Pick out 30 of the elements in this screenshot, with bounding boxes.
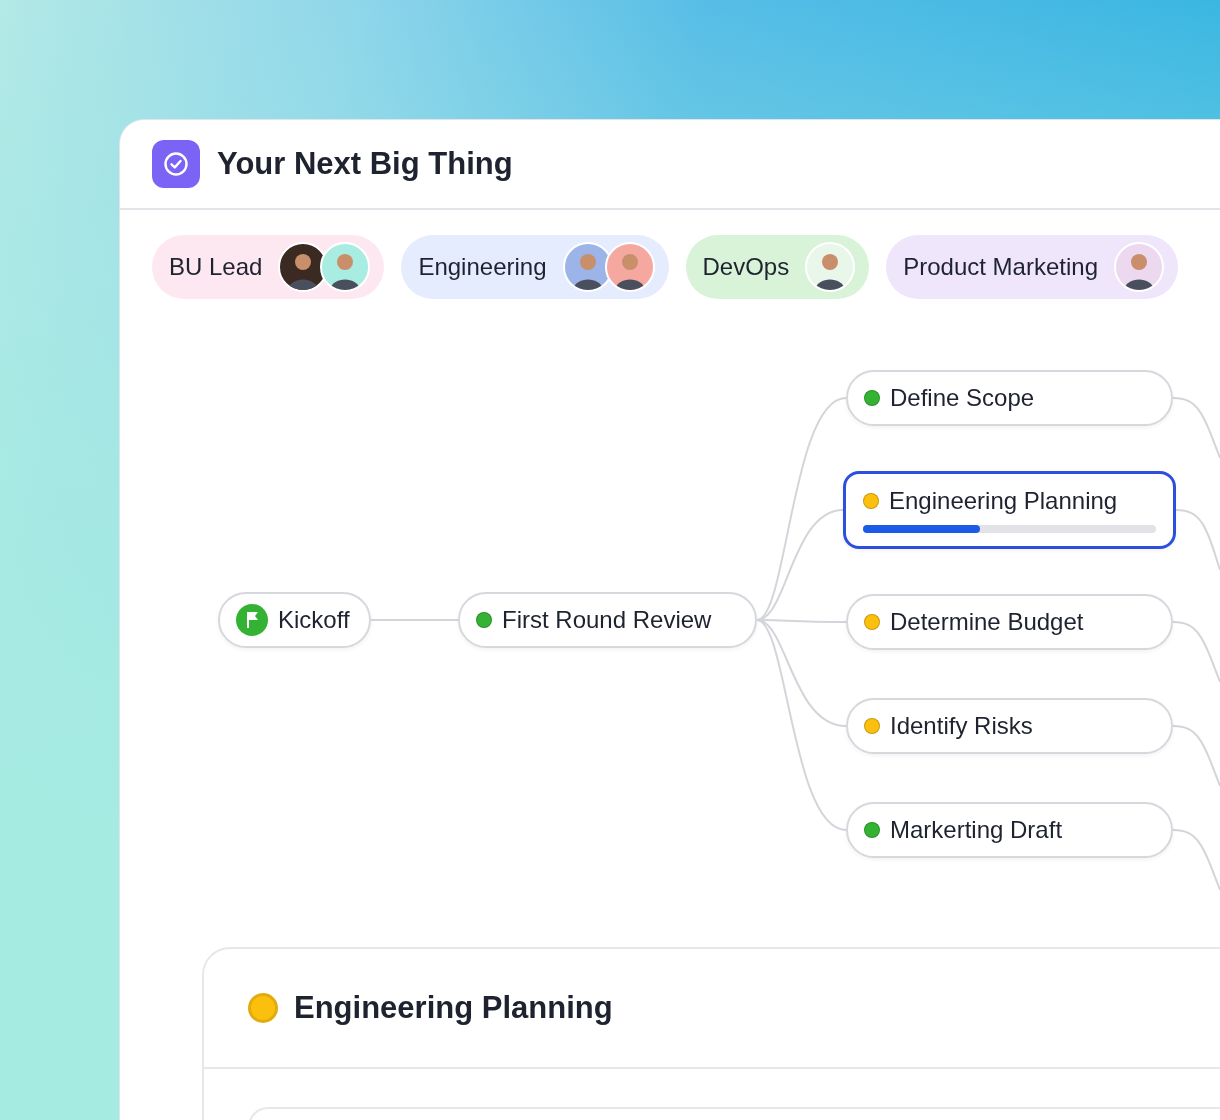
- flow-node[interactable]: Define Scope: [846, 370, 1173, 426]
- team-label: Engineering: [418, 253, 547, 281]
- flow-node[interactable]: Kickoff: [218, 592, 371, 648]
- connector-line: [1172, 829, 1220, 891]
- connector-line: [1172, 725, 1220, 787]
- team-label: DevOps: [702, 253, 790, 281]
- team-chip[interactable]: Engineering: [401, 235, 669, 299]
- connector-line: [1172, 621, 1220, 683]
- team-chip[interactable]: DevOps: [685, 235, 870, 299]
- connector-line: [1172, 397, 1220, 459]
- flow-node[interactable]: Markerting Draft: [846, 802, 1173, 858]
- node-label: Identify Risks: [890, 712, 1033, 740]
- node-label: Define Scope: [890, 384, 1035, 412]
- node-label: Determine Budget: [890, 608, 1084, 636]
- flow-node[interactable]: Identify Risks: [846, 698, 1173, 754]
- node-label: Markerting Draft: [890, 816, 1063, 844]
- node-label: Engineering Planning: [889, 487, 1118, 515]
- team-label: BU Lead: [169, 253, 263, 281]
- node-label: First Round Review: [502, 606, 712, 634]
- team-chip[interactable]: BU Lead: [152, 235, 385, 299]
- window-title: Your Next Big Thing: [217, 146, 513, 182]
- team-chip[interactable]: Product Marketing: [886, 235, 1178, 299]
- flow-node[interactable]: First Round Review: [458, 592, 757, 648]
- connector-line: [1175, 509, 1220, 571]
- team-label: Product Marketing: [903, 253, 1098, 281]
- node-label: Kickoff: [278, 606, 350, 634]
- check-icon: [152, 140, 200, 188]
- detail-title: Engineering Planning: [294, 990, 613, 1026]
- flow-node[interactable]: Determine Budget: [846, 594, 1173, 650]
- flow-node[interactable]: Engineering Planning: [843, 471, 1176, 549]
